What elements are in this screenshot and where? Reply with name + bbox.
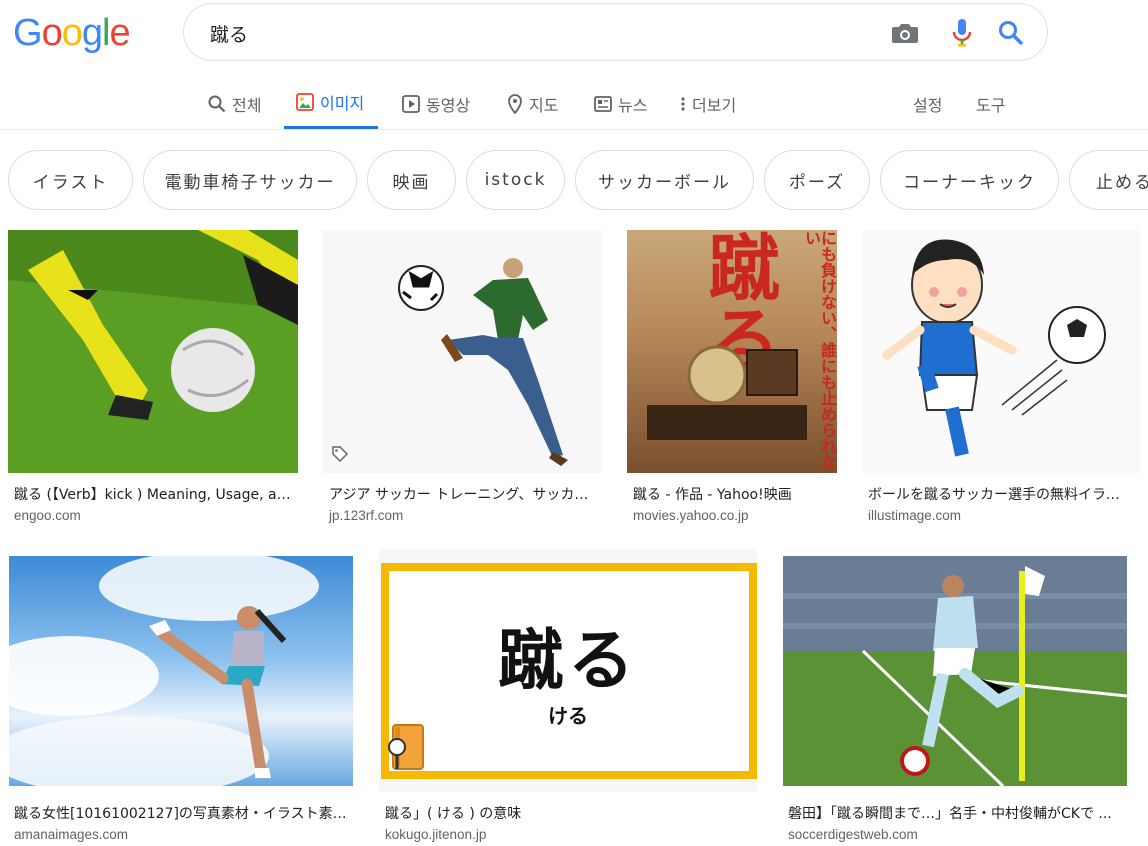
soccer-boy-illustration: [882, 239, 1106, 457]
poster-tagline: にも負けない、誰にも止められない: [802, 230, 837, 470]
result-thumbnail[interactable]: [9, 556, 353, 786]
tab-label: 뉴스: [618, 95, 648, 115]
result-source[interactable]: jp.123rf.com: [329, 508, 403, 523]
result-thumbnail[interactable]: 蹴る にも負けない、誰にも止められない: [627, 230, 837, 473]
chip[interactable]: イラスト: [8, 150, 133, 210]
chip[interactable]: サッカーボール: [575, 150, 754, 210]
tab-maps[interactable]: 지도: [507, 78, 558, 129]
result-thumbnail[interactable]: [8, 230, 298, 473]
news-icon: [594, 95, 612, 112]
camera-icon[interactable]: [890, 18, 920, 48]
tab-news[interactable]: 뉴스: [594, 78, 647, 129]
book-icon: [388, 724, 424, 770]
result-caption[interactable]: 磐田】「蹴る瞬間まで…」名手・中村俊輔がCKで ...: [788, 803, 1128, 823]
chip[interactable]: 電動車椅子サッカー: [143, 150, 357, 210]
result-caption[interactable]: 蹴る女性[10161002127]の写真素材・イラスト素材 ...: [14, 803, 349, 823]
video-icon: [402, 94, 420, 113]
dictionary-word: 蹴る: [498, 621, 638, 699]
chip[interactable]: ポーズ: [764, 150, 870, 210]
tab-videos[interactable]: 동영상: [402, 78, 470, 129]
man-kicking-image: [398, 258, 568, 466]
microphone-icon[interactable]: [947, 18, 977, 48]
logo-letter: e: [109, 12, 130, 54]
tag-icon: [331, 445, 349, 463]
tab-label: 전체: [232, 95, 262, 115]
result-source[interactable]: engoo.com: [14, 508, 81, 523]
tools-link[interactable]: 도구: [976, 78, 1005, 129]
logo-letter: l: [101, 12, 111, 54]
result-caption[interactable]: 蹴る (【Verb】kick ) Meaning, Usage, and Rea…: [14, 484, 294, 504]
result-caption[interactable]: 蹴る」( ける ) の意味: [385, 803, 745, 823]
result-thumbnail[interactable]: [783, 556, 1127, 786]
dictionary-reading: ける: [548, 704, 588, 728]
search-icon[interactable]: [996, 18, 1026, 48]
soccer-photo-image: [8, 230, 298, 473]
result-source[interactable]: soccerdigestweb.com: [788, 827, 918, 842]
result-thumbnail[interactable]: [323, 230, 602, 473]
result-thumbnail[interactable]: 蹴る ける: [379, 549, 757, 792]
tab-more[interactable]: 더보기: [680, 78, 736, 129]
settings-link[interactable]: 설정: [913, 78, 942, 129]
more-vert-icon: [681, 96, 685, 111]
corner-kick-image: [783, 556, 1127, 786]
tab-label: 이미지: [320, 94, 365, 113]
logo-letter: o: [41, 12, 63, 54]
search-box: [183, 3, 1048, 61]
map-pin-icon: [508, 93, 522, 114]
tab-all[interactable]: 전체: [208, 78, 261, 129]
tab-images[interactable]: 이미지: [284, 78, 379, 129]
result-source[interactable]: kokugo.jitenon.jp: [385, 827, 486, 842]
tab-label: 지도: [529, 95, 559, 115]
result-caption[interactable]: ボールを蹴るサッカー選手の無料イラスト ...: [868, 484, 1124, 504]
logo-letter: g: [81, 12, 103, 54]
result-caption[interactable]: 蹴る - 作品 - Yahoo!映画: [633, 484, 853, 504]
search-input[interactable]: [210, 19, 850, 47]
logo-letter: o: [61, 12, 83, 54]
chip[interactable]: コーナーキック: [880, 150, 1059, 210]
result-source[interactable]: movies.yahoo.co.jp: [633, 508, 749, 523]
poster-wheelchair-graphic: [647, 345, 807, 440]
logo-letter: G: [13, 12, 43, 54]
search-icon: [208, 95, 226, 112]
woman-kicking-image: [9, 556, 319, 786]
chip[interactable]: 映画: [367, 150, 456, 210]
google-logo[interactable]: Google: [13, 12, 131, 55]
image-icon: [296, 93, 314, 111]
tab-label: 동영상: [426, 95, 471, 115]
search-tabs: 전체 이미지 동영상 지도 뉴스 더보기 설정 도구: [0, 78, 1148, 130]
tab-label: 더보기: [692, 95, 737, 115]
chip[interactable]: 止める: [1069, 150, 1148, 210]
related-chips: イラスト 電動車椅子サッカー 映画 istock サッカーボール ポーズ コーナ…: [0, 150, 1148, 210]
result-caption[interactable]: アジア サッカー トレーニング、サッカー ...: [329, 484, 597, 504]
result-source[interactable]: illustimage.com: [868, 508, 961, 523]
chip[interactable]: istock: [466, 150, 565, 210]
result-thumbnail[interactable]: [862, 230, 1140, 473]
result-source[interactable]: amanaimages.com: [14, 827, 128, 842]
